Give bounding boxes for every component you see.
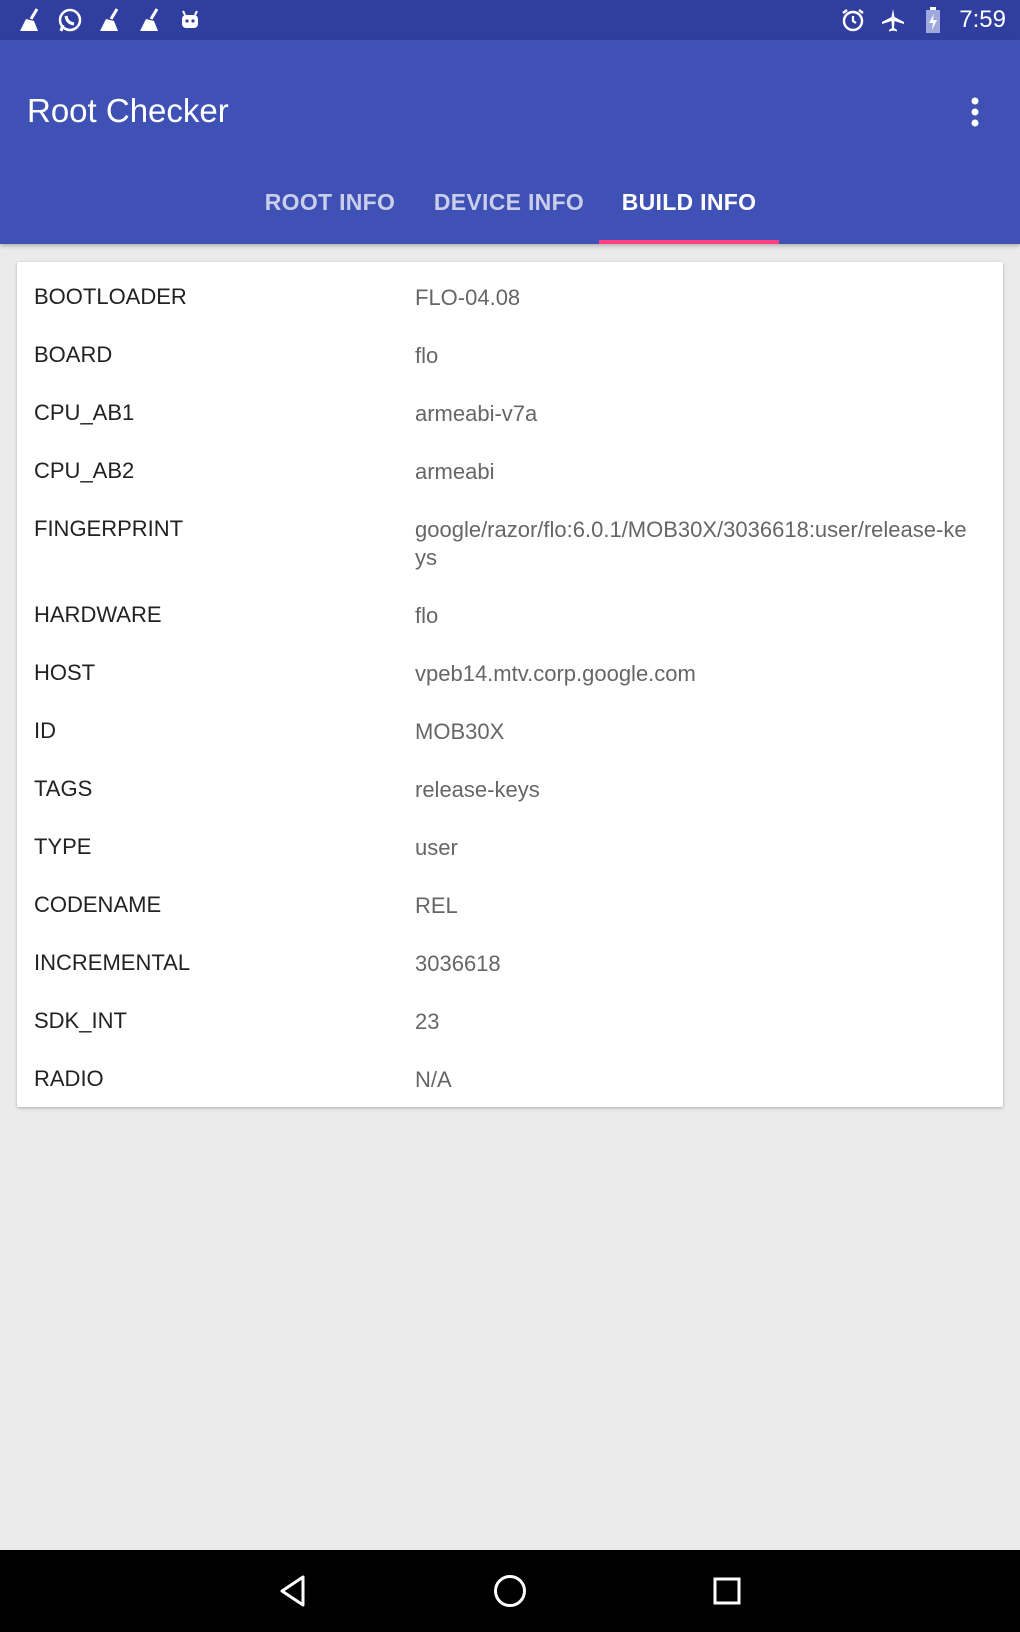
row-key: CPU_AB2: [34, 458, 135, 483]
row-key: CPU_AB1: [34, 400, 135, 425]
broom-icon: [16, 6, 44, 34]
whatsapp-icon: [56, 6, 84, 34]
tab-root-info[interactable]: ROOT INFO: [258, 188, 402, 244]
notification-icons: [16, 6, 204, 34]
row-key: CODENAME: [34, 892, 162, 917]
row-value: user: [415, 835, 458, 860]
row-key: TYPE: [34, 834, 92, 859]
row-key: HARDWARE: [34, 602, 162, 627]
row-key: TAGS: [34, 776, 93, 801]
row-value: flo: [415, 343, 439, 368]
tab-indicator: [599, 240, 779, 244]
row-value: vpeb14.mtv.corp.google.com: [415, 661, 696, 686]
android-icon: [176, 6, 204, 34]
row-value: armeabi: [415, 459, 495, 484]
row-value: google/razor/flo:6.0.1/MOB30X/3036618:us…: [415, 517, 967, 570]
row-value: MOB30X: [415, 719, 505, 744]
row-value: release-keys: [415, 777, 540, 802]
row-key: HOST: [34, 660, 96, 685]
row-value: 3036618: [415, 951, 501, 976]
status-bar: 7:59: [0, 0, 1020, 40]
tab-device-info[interactable]: DEVICE INFO: [424, 188, 594, 244]
alarm-icon: [839, 6, 867, 34]
airplane-icon: [879, 6, 907, 34]
system-status-icons: 7:59: [839, 6, 1006, 34]
row-key: INCREMENTAL: [34, 950, 191, 975]
recents-icon[interactable]: [702, 1568, 752, 1614]
row-value: flo: [415, 603, 439, 628]
broom-icon: [96, 6, 124, 34]
row-value: 23: [415, 1009, 440, 1034]
row-key: RADIO: [34, 1066, 104, 1091]
row-key: BOOTLOADER: [34, 284, 187, 309]
tab-build-info[interactable]: BUILD INFO: [599, 188, 779, 244]
row-value: REL: [415, 893, 458, 918]
row-value: armeabi-v7a: [415, 401, 538, 426]
navigation-bar: [0, 1550, 1020, 1632]
build-info-card: BOOTLOADER FLO-04.08 BOARD flo CPU_AB1 a…: [17, 262, 1003, 1107]
row-key: FINGERPRINT: [34, 516, 184, 541]
row-key: ID: [34, 718, 56, 743]
row-key: BOARD: [34, 342, 113, 367]
row-value: N/A: [415, 1067, 452, 1092]
row-value: FLO-04.08: [415, 285, 521, 310]
clock: 7:59: [959, 6, 1006, 33]
row-key: SDK_INT: [34, 1008, 127, 1033]
back-icon[interactable]: [268, 1568, 318, 1614]
broom-icon: [136, 6, 164, 34]
overflow-menu-icon[interactable]: [960, 92, 990, 132]
home-icon[interactable]: [485, 1568, 535, 1614]
battery-charging-icon: [919, 6, 947, 34]
app-bar: Root Checker ROOT INFO DEVICE INFO BUILD…: [0, 40, 1020, 244]
app-title: Root Checker: [27, 92, 229, 129]
